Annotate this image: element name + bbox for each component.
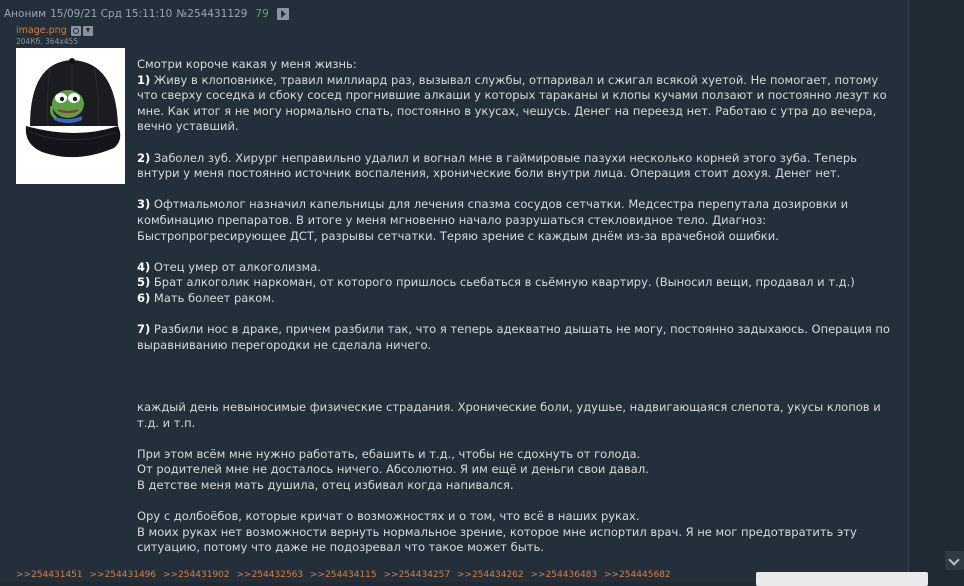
post-number[interactable]: №254431129: [176, 8, 247, 20]
reply-link[interactable]: >>254431902: [163, 570, 230, 580]
list-item: 2) Заболел зуб. Хирург неправильно удали…: [137, 150, 857, 181]
reply-link[interactable]: >>254431451: [16, 570, 83, 580]
pepe-cap-image: [16, 48, 125, 184]
reply-link[interactable]: >>254434115: [310, 570, 377, 580]
reply-link[interactable]: >>254445682: [604, 570, 671, 580]
list-item: 5) Брат алкоголик наркоман, от которого …: [137, 275, 855, 290]
reply-link[interactable]: >>254432563: [237, 570, 304, 580]
post-body: Смотри короче какая у меня жизнь: 1) Жив…: [137, 57, 897, 556]
file-name-link[interactable]: image.png: [16, 25, 67, 36]
reply-link[interactable]: >>254434262: [457, 570, 524, 580]
list-item: 1) Живу в клоповнике, травил миллиард ра…: [137, 72, 887, 134]
list-item: 6) Мать болеет раком.: [137, 290, 275, 305]
chevron-down-icon[interactable]: [945, 551, 964, 570]
post-author: Аноним: [4, 8, 47, 20]
list-item: 3) Офтмальмолог назначил капельницы для …: [137, 197, 849, 243]
post-image-thumbnail[interactable]: [16, 48, 125, 184]
post-header: Аноним 15/09/21 Срд 15:11:10 №254431129 …: [4, 7, 293, 21]
list-item: 7) Разбили нос в драке, причем разбили т…: [137, 322, 890, 352]
download-icon[interactable]: [82, 25, 93, 36]
post: Аноним 15/09/21 Срд 15:11:10 №254431129 …: [0, 0, 909, 582]
list-item: 4) Отец умер от алкоголизма.: [137, 259, 321, 274]
reply-link[interactable]: >>254434257: [384, 570, 451, 580]
ending-line-2: В моих руках нет возможности вернуть нор…: [137, 524, 857, 555]
reply-links: >>254431451 >>254431496 >>254431902 >>25…: [16, 570, 675, 580]
file-info: image.png 204Кб, 364x455: [16, 24, 95, 46]
reply-count[interactable]: 79: [255, 8, 268, 20]
post-date: 15/09/21 Срд 15:11:10: [50, 8, 173, 20]
post-intro: Смотри короче какая у меня жизнь:: [137, 57, 357, 71]
file-meta: 204Кб, 364x455: [16, 37, 79, 46]
play-icon[interactable]: [276, 8, 289, 20]
ending-line-1: Ору с долбоёбов, которые кричат о возмож…: [137, 509, 640, 524]
reply-link[interactable]: >>254431496: [90, 570, 157, 580]
work-line-3: В детстве меня мать душила, отец избивал…: [137, 478, 514, 493]
suffering-paragraph: каждый день невыносимые физические страд…: [137, 400, 881, 430]
bottom-popup[interactable]: [756, 572, 928, 586]
work-line-1: При этом всём мне нужно работать, ебашит…: [137, 446, 641, 461]
work-line-2: От родителей мне не досталось ничего. Аб…: [137, 462, 649, 477]
reply-link[interactable]: >>254436483: [531, 570, 598, 580]
search-icon[interactable]: [70, 25, 81, 36]
